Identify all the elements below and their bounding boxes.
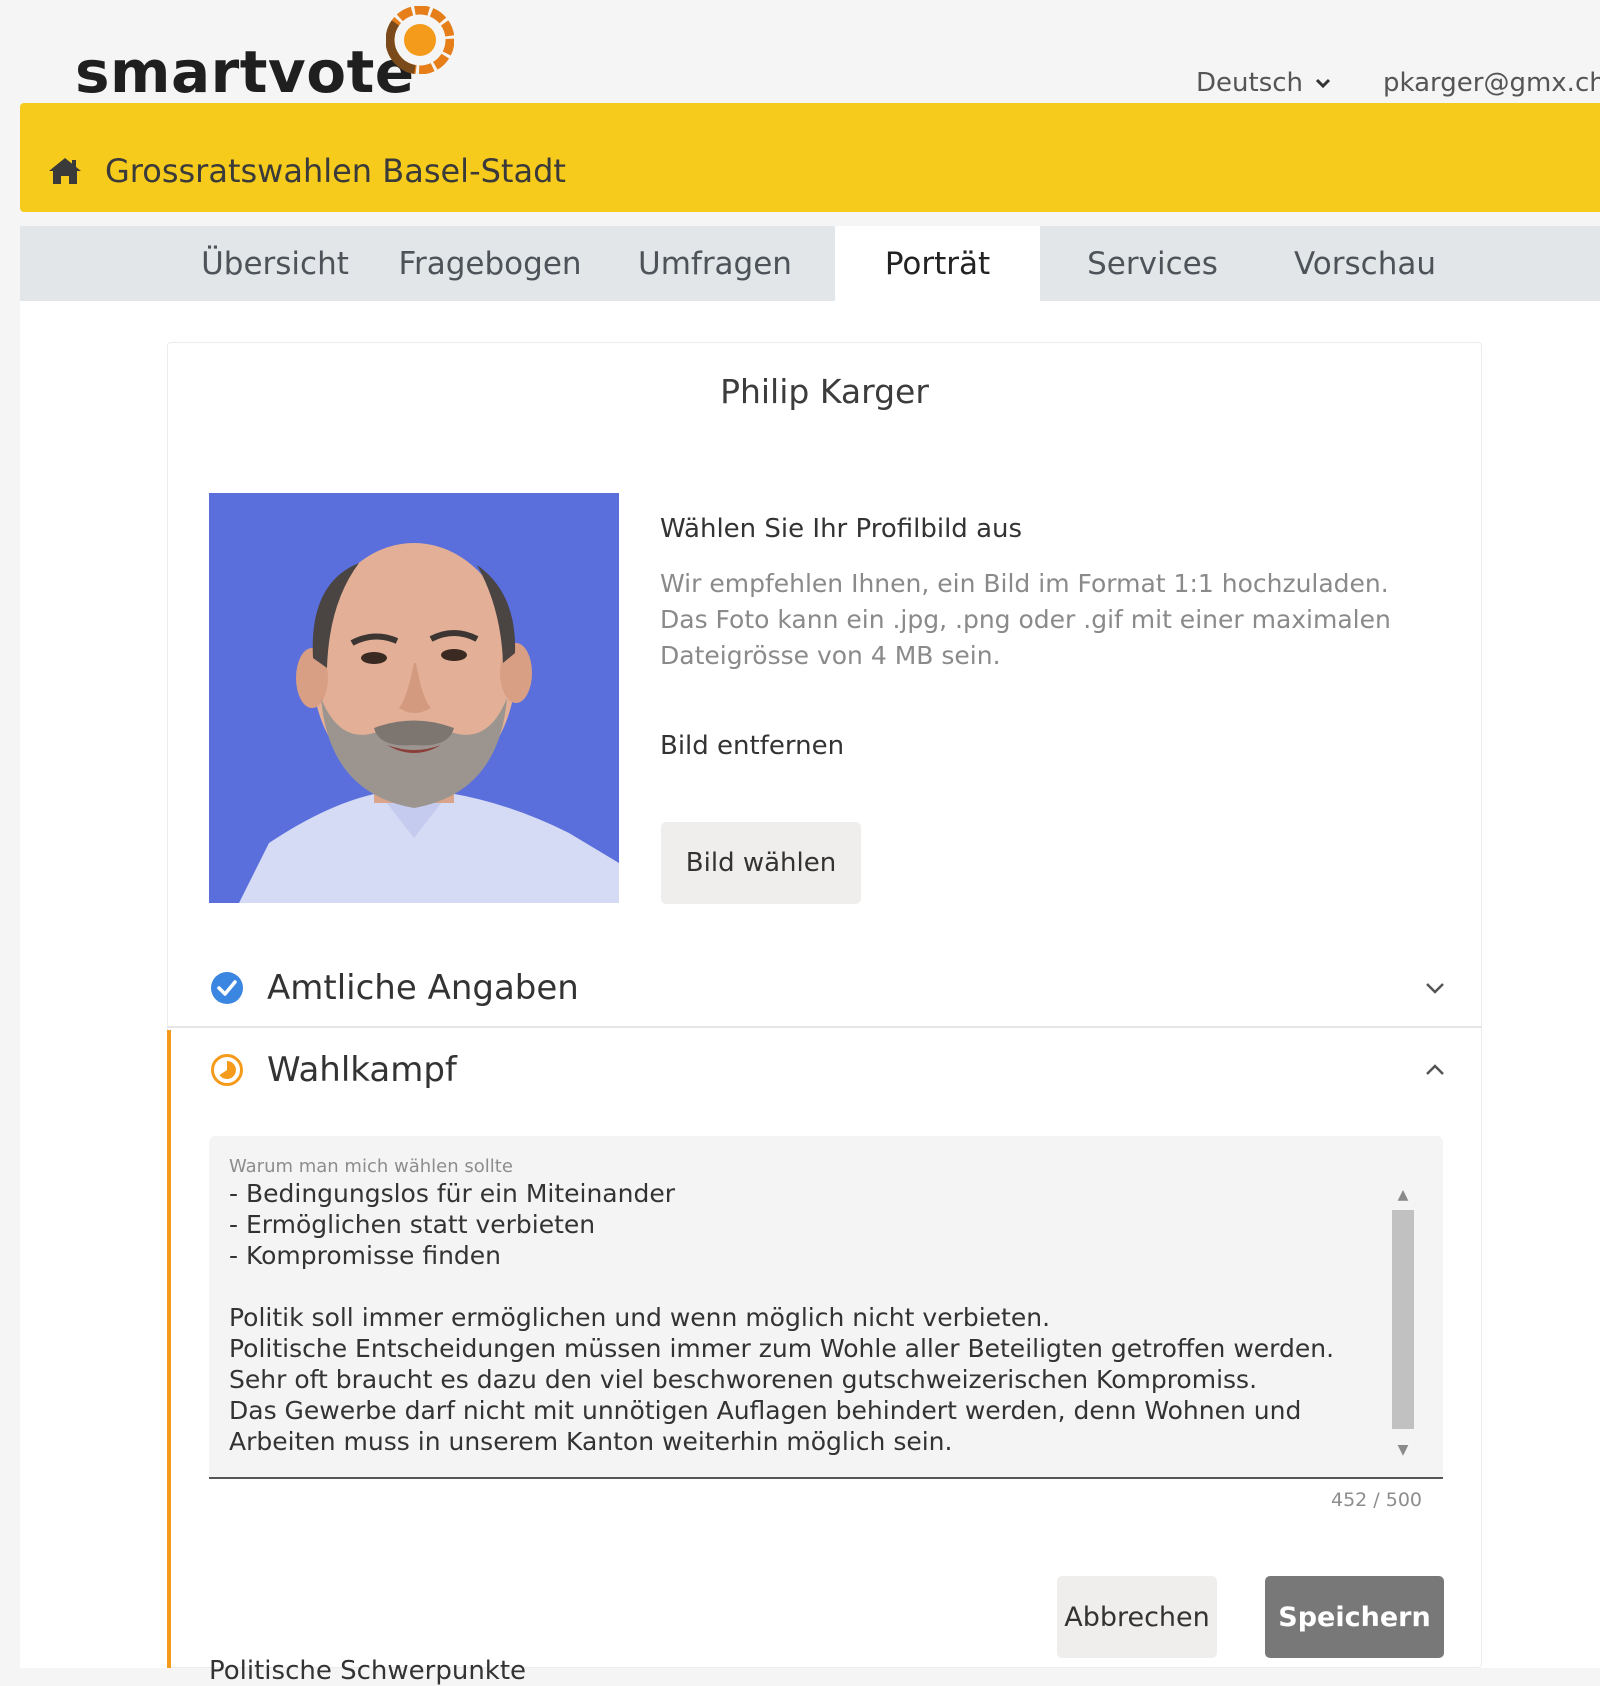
why-vote-me-field[interactable]: Warum man mich wählen sollte - Bedingung… xyxy=(209,1136,1443,1479)
profile-photo-illustration xyxy=(209,493,619,903)
tab-vorschau[interactable]: Vorschau xyxy=(1275,226,1455,301)
election-title: Grossratswahlen Basel-Stadt xyxy=(105,152,566,190)
tab-uebersicht[interactable]: Übersicht xyxy=(200,226,350,301)
remove-picture-link[interactable]: Bild entfernen xyxy=(660,731,844,761)
language-label: Deutsch xyxy=(1196,68,1304,98)
tab-bar: Übersicht Fragebogen Umfragen Porträt Se… xyxy=(20,226,1600,301)
chevron-down-icon xyxy=(1315,78,1331,89)
election-title-link[interactable]: Grossratswahlen Basel-Stadt xyxy=(47,152,566,190)
choose-picture-button[interactable]: Bild wählen xyxy=(661,822,861,904)
scroll-down-arrow-icon[interactable]: ▼ xyxy=(1392,1439,1414,1461)
why-vote-me-textarea[interactable]: - Bedingungslos für ein Miteinander - Er… xyxy=(229,1178,1369,1468)
picture-title: Wählen Sie Ihr Profilbild aus xyxy=(660,514,1023,544)
character-counter: 452 / 500 xyxy=(1330,1489,1422,1511)
top-bar: smartvote Deutsch pkarger@gmx.ch xyxy=(0,0,1600,110)
accordion-official-info[interactable]: Amtliche Angaben xyxy=(167,950,1482,1028)
accordion-campaign[interactable]: Wahlkampf xyxy=(167,1035,1482,1105)
why-vote-me-label: Warum man mich wählen sollte xyxy=(229,1156,513,1177)
check-circle-icon xyxy=(211,972,243,1004)
chevron-down-icon xyxy=(1426,983,1444,994)
smartvote-logo-icon xyxy=(386,6,454,74)
tab-portraet[interactable]: Porträt xyxy=(835,226,1040,301)
progress-circle-icon xyxy=(211,1054,243,1086)
scroll-up-arrow-icon[interactable]: ▲ xyxy=(1392,1184,1414,1206)
tab-fragebogen[interactable]: Fragebogen xyxy=(390,226,590,301)
political-focus-label: Politische Schwerpunkte xyxy=(209,1656,527,1686)
tab-umfragen[interactable]: Umfragen xyxy=(630,226,800,301)
scrollbar-thumb[interactable] xyxy=(1392,1210,1414,1429)
accordion-title-campaign: Wahlkampf xyxy=(267,1050,457,1090)
accordion-title-official: Amtliche Angaben xyxy=(267,968,579,1008)
tab-services[interactable]: Services xyxy=(1070,226,1235,301)
language-selector[interactable]: Deutsch xyxy=(1196,68,1331,98)
active-section-indicator xyxy=(167,1030,171,1668)
chevron-up-icon xyxy=(1426,1064,1444,1075)
cancel-button[interactable]: Abbrechen xyxy=(1057,1576,1217,1658)
textarea-scrollbar[interactable]: ▲ ▼ xyxy=(1392,1184,1414,1461)
home-icon xyxy=(49,158,81,184)
user-menu[interactable]: pkarger@gmx.ch xyxy=(1383,68,1600,98)
picture-help-text: Wir empfehlen Ihnen, ein Bild im Format … xyxy=(660,569,1391,670)
candidate-name: Philip Karger xyxy=(720,372,929,411)
save-button[interactable]: Speichern xyxy=(1265,1576,1444,1658)
profile-photo xyxy=(209,493,619,903)
